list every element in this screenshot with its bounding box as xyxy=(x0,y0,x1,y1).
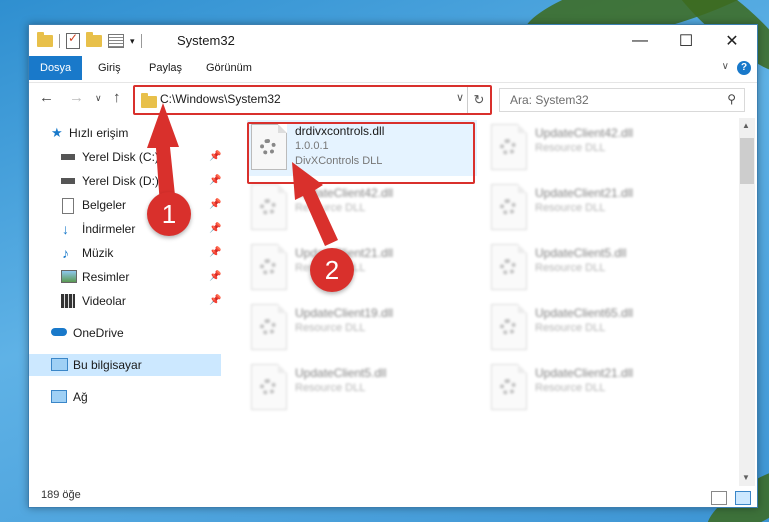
arrow-to-file xyxy=(292,162,338,246)
arrow-up-to-address xyxy=(147,103,179,206)
annotation-arrows xyxy=(147,103,338,246)
step-badge-1: 1 xyxy=(147,192,191,236)
step-badge-2: 2 xyxy=(310,248,354,292)
